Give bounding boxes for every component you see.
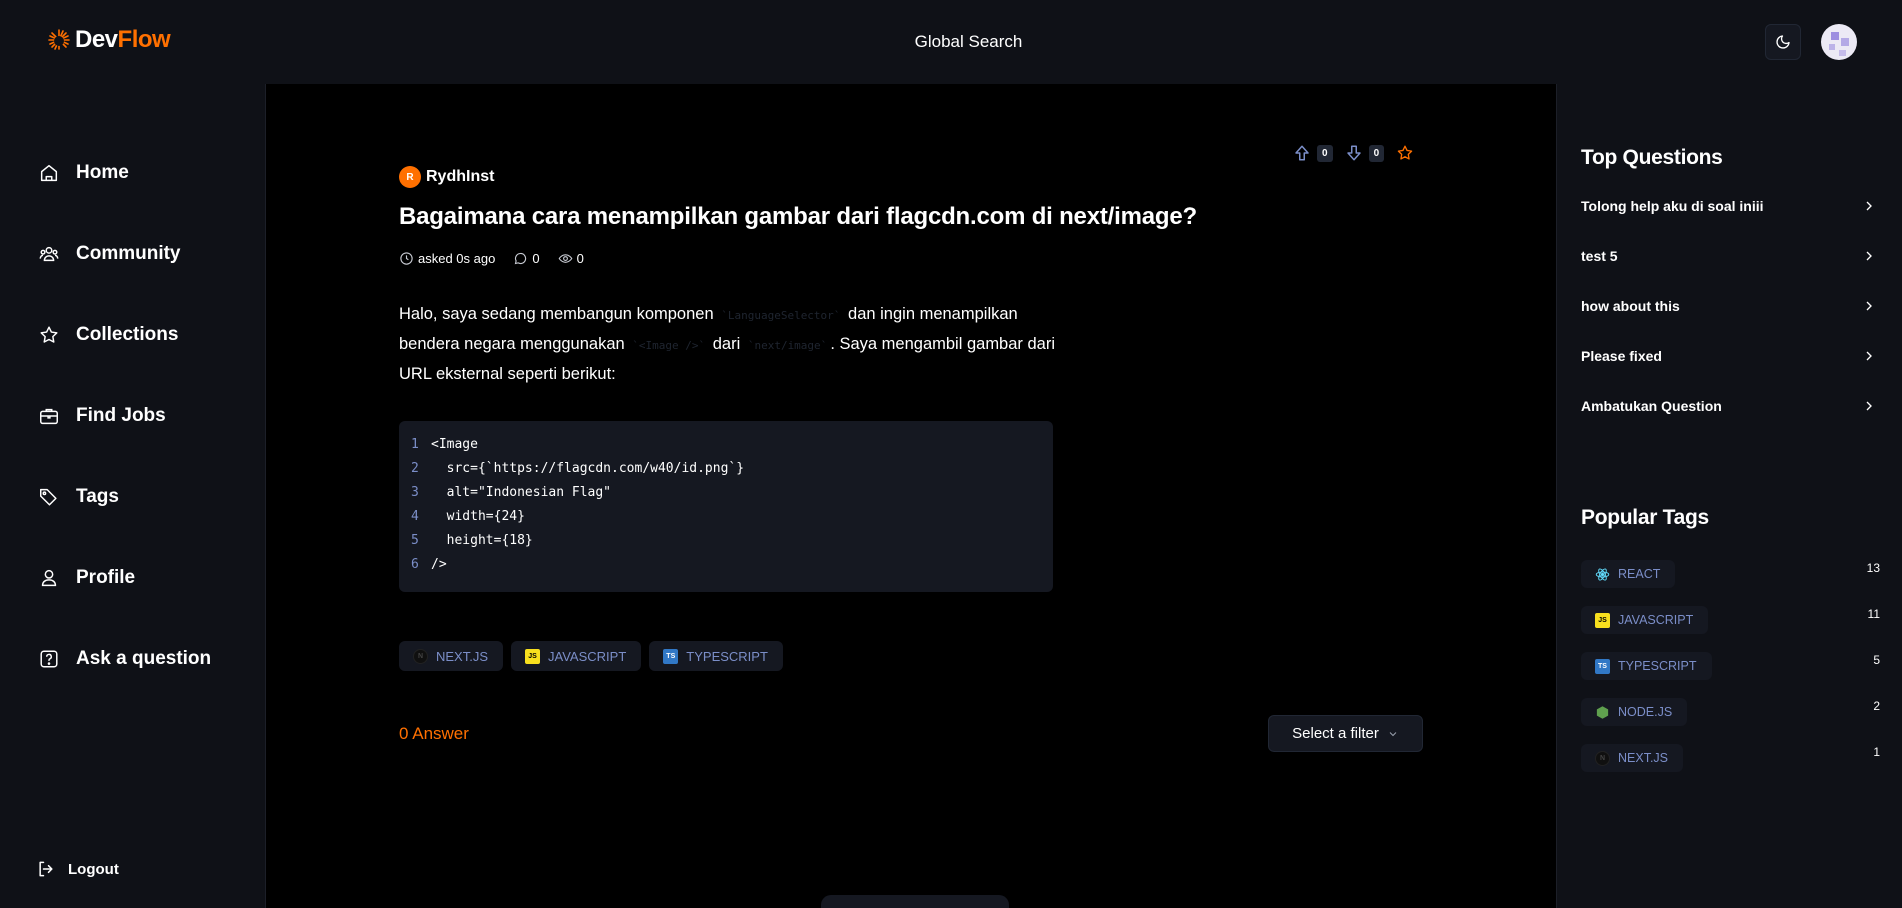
code-line: 4 width={24}: [411, 509, 525, 524]
popular-tag-typescript[interactable]: TS TYPESCRIPT: [1581, 652, 1712, 680]
upvote-icon[interactable]: [1293, 144, 1311, 162]
chevron-right-icon: [1866, 351, 1872, 361]
popular-tag-count: 1: [1873, 745, 1880, 759]
top-question-item[interactable]: how about this: [1581, 298, 1877, 314]
save-star-icon[interactable]: [1396, 144, 1414, 162]
chevron-right-icon: [1866, 251, 1872, 261]
sidebar-item-label: Collections: [76, 324, 179, 345]
sidebar-item-home[interactable]: Home: [38, 158, 129, 188]
sidebar-item-profile[interactable]: Profile: [38, 563, 135, 593]
moon-icon: [1776, 35, 1790, 49]
popular-tag-count: 11: [1867, 607, 1880, 621]
top-questions-title: Top Questions: [1581, 146, 1723, 169]
sidebar-item-collections[interactable]: Collections: [38, 320, 178, 350]
top-question-item[interactable]: Ambatukan Question: [1581, 398, 1877, 414]
chevron-right-icon: [1866, 401, 1872, 411]
popular-tag-react[interactable]: REACT: [1581, 560, 1676, 588]
code-line: 3 alt="Indonesian Flag": [411, 485, 612, 500]
asked-time: asked 0s ago: [418, 251, 496, 266]
popular-tags-title: Popular Tags: [1581, 506, 1709, 529]
right-sidebar: Top Questions Tolong help aku di soal in…: [1556, 84, 1902, 908]
sidebar-item-find-jobs[interactable]: Find Jobs: [38, 401, 166, 431]
logout-button[interactable]: Logout: [36, 859, 119, 879]
question-icon: [40, 650, 58, 668]
popular-tag-count: 13: [1866, 561, 1880, 575]
user-avatar[interactable]: [1821, 24, 1857, 60]
global-search[interactable]: Global Search: [0, 32, 1902, 52]
code-line: 6/>: [411, 557, 447, 572]
answer-form-edge: [821, 895, 1009, 908]
sidebar-item-label: Tags: [76, 486, 119, 507]
top-navbar: Dev Flow Global Search: [0, 0, 1902, 84]
code-line: 2 src={`https://flagcdn.com/w40/id.png`}: [411, 461, 745, 476]
nextjs-icon: N: [413, 648, 428, 664]
views-count: 0: [576, 251, 584, 266]
code-block: 1 <Image 2 src={`https://flagcdn.com/w40/…: [399, 421, 1053, 592]
question-meta: asked 0s ago 0 0: [399, 251, 602, 266]
popular-tag-nextjs[interactable]: N NEXT.JS: [1581, 744, 1684, 772]
answer-filter-select[interactable]: Select a filter: [1268, 715, 1423, 752]
top-question-item[interactable]: Please fixed: [1581, 348, 1877, 364]
code-line: 1 <Image: [411, 437, 478, 452]
tag-javascript[interactable]: JS JAVASCRIPT: [511, 641, 642, 671]
upvote-count: 0: [1317, 144, 1333, 162]
chevron-right-icon: [1866, 301, 1872, 311]
question-tags: N NEXT.JS JS JAVASCRIPT TS TYPESCRIPT: [399, 641, 783, 671]
downvote-count: 0: [1368, 144, 1385, 162]
inline-code: `next/image`: [747, 339, 828, 352]
popular-tag-javascript[interactable]: JS JAVASCRIPT: [1581, 606, 1709, 634]
tag-typescript[interactable]: TS TYPESCRIPT: [649, 641, 783, 671]
popular-tag-count: 5: [1873, 653, 1880, 667]
message-icon: [515, 252, 527, 265]
top-question-item[interactable]: Tolong help aku di soal iniii: [1581, 198, 1877, 214]
question-body: Halo, saya sedang membangun komponen `La…: [399, 305, 1056, 383]
nodejs-icon: [1596, 705, 1609, 719]
logout-icon: [39, 861, 53, 877]
typescript-icon: TS: [663, 648, 679, 664]
chevron-right-icon: [1866, 201, 1872, 211]
question-title: Bagaimana cara menampilkan gambar dari f…: [399, 203, 1197, 230]
top-question-item[interactable]: test 5: [1581, 248, 1877, 264]
javascript-icon: JS: [525, 648, 541, 664]
user-icon: [41, 569, 57, 587]
users-icon: [39, 246, 59, 262]
left-sidebar: Home Community Collections Find Jobs Tag…: [0, 84, 266, 908]
author-avatar: R: [399, 166, 421, 188]
question-detail: R RydhInst 0 0 Bagaimana cara menampilka…: [266, 84, 1556, 908]
code-line: 5 height={18}: [411, 533, 533, 548]
sidebar-item-community[interactable]: Community: [38, 239, 181, 269]
inline-code: `LanguageSelector`: [721, 309, 841, 322]
popular-tag-count: 2: [1873, 699, 1880, 713]
sidebar-item-ask-question[interactable]: Ask a question: [38, 644, 211, 674]
answers-label: 0 Answer: [399, 724, 469, 743]
sidebar-item-label: Home: [76, 162, 129, 183]
tag-icon: [40, 488, 57, 506]
sidebar-item-label: Profile: [76, 567, 136, 588]
downvote-icon[interactable]: [1345, 144, 1363, 162]
eye-icon: [558, 254, 572, 263]
react-icon: [1595, 567, 1610, 581]
vote-bar: 0 0: [1293, 144, 1414, 162]
answers-count: 0: [532, 251, 540, 266]
typescript-icon: TS: [1595, 658, 1610, 674]
author-name: RydhInst: [426, 168, 495, 185]
clock-icon: [400, 252, 413, 265]
javascript-icon: JS: [1595, 612, 1610, 628]
nextjs-icon: N: [1595, 750, 1610, 766]
inline-code: `<Image />`: [632, 339, 706, 352]
logout-label: Logout: [68, 860, 119, 878]
theme-toggle-button[interactable]: [1765, 24, 1801, 60]
sidebar-item-label: Find Jobs: [76, 405, 166, 426]
sidebar-item-label: Ask a question: [76, 648, 212, 669]
sidebar-item-tags[interactable]: Tags: [38, 482, 119, 512]
sidebar-item-label: Community: [76, 243, 181, 264]
briefcase-icon: [40, 408, 58, 425]
chevron-down-icon: [1389, 731, 1397, 736]
tag-nextjs[interactable]: N NEXT.JS: [399, 641, 504, 671]
star-icon: [40, 326, 58, 343]
popular-tag-nodejs[interactable]: NODE.JS: [1581, 698, 1688, 726]
home-icon: [40, 164, 58, 182]
author-link[interactable]: R RydhInst: [399, 166, 494, 188]
